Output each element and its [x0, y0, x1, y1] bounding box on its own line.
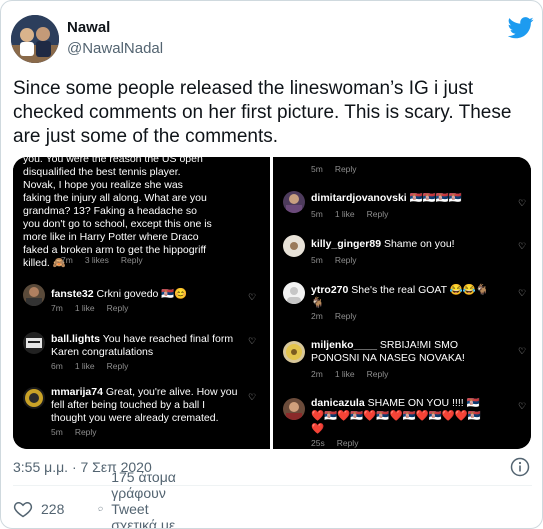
speech-bubble-icon — [98, 506, 103, 512]
comment: fanste32 Crkni govedo 🇷🇸😊 — [51, 288, 221, 301]
tweet-text: Since some people released the lineswoma… — [13, 78, 512, 147]
commenter-avatar — [283, 191, 305, 213]
like-heart-icon[interactable]: ♡ — [518, 242, 527, 251]
author-handle[interactable]: @NawalNadal — [67, 40, 163, 57]
commenter-avatar — [23, 332, 45, 354]
comment: danicazula SHAME ON YOU !!!! 🇷🇸❤️🇷🇸❤️🇷🇸❤… — [311, 397, 491, 436]
commenter-avatar — [283, 398, 305, 420]
comment: ytro270 She's the real GOAT 😂😂🐐🐐 — [311, 284, 501, 310]
commenter-avatar — [283, 282, 305, 304]
comment-username[interactable]: killy_ginger89 — [311, 238, 381, 250]
comment-meta: 7m 1 like Reply — [51, 303, 129, 313]
comment-meta: 6m 1 like Reply — [51, 361, 129, 371]
like-heart-icon[interactable]: ♡ — [518, 199, 527, 208]
comment-username[interactable]: miljenko____ — [311, 339, 377, 351]
like-button[interactable]: 228 — [13, 497, 64, 521]
comment-username[interactable]: fanste32 — [51, 288, 94, 300]
comment-meta: 25s Reply — [311, 438, 359, 448]
tweet-media[interactable]: you. You were the reason the US open dis… — [13, 157, 531, 449]
comment: mmarija74 Great, you're alive. How you f… — [51, 386, 241, 425]
comment-text: 🇷🇸🇷🇸🇷🇸🇷🇸 — [409, 192, 462, 204]
like-heart-icon[interactable]: ♡ — [248, 293, 257, 302]
like-heart-icon[interactable]: ♡ — [248, 337, 257, 346]
avatar[interactable] — [11, 15, 59, 63]
comment-username[interactable]: mmarija74 — [51, 386, 103, 398]
author-name[interactable]: Nawal — [67, 19, 110, 36]
like-count: 228 — [41, 501, 65, 517]
comment-meta: 2m Reply — [311, 311, 357, 321]
commenter-avatar — [283, 341, 305, 363]
comment-meta: 2m 1 like Reply — [311, 369, 389, 379]
people-talking-link[interactable]: 175 άτομα γράφουν Tweet σχετικά με αυτό — [98, 469, 181, 528]
comment-meta: 5m 1 like Reply — [311, 209, 389, 219]
heart-icon — [13, 501, 33, 518]
commenter-avatar — [23, 387, 45, 409]
media-panel-right: 5m Reply dimitardjovanovski 🇷🇸🇷🇸🇷🇸🇷🇸 5m 1 … — [273, 157, 531, 449]
comment-text: you. You were the reason the US open dis… — [23, 157, 212, 269]
like-heart-icon[interactable]: ♡ — [518, 402, 527, 411]
media-panel-left: you. You were the reason the US open dis… — [13, 157, 270, 449]
comment: miljenko____ SRBIJA!MI SMO PONOSNI NA NA… — [311, 339, 501, 365]
tweet-card: Nawal @NawalNadal Since some people rele… — [0, 0, 543, 529]
comment-username[interactable]: dimitardjovanovski — [311, 192, 407, 204]
comment-username[interactable]: ball.lights — [51, 333, 100, 345]
twitter-bird-icon[interactable] — [508, 17, 534, 39]
tweet-header: Nawal @NawalNadal — [11, 15, 534, 67]
like-heart-icon[interactable]: ♡ — [518, 347, 527, 356]
comment: ball.lights You have reached final form … — [51, 333, 241, 359]
comment-meta: 5m Reply — [311, 164, 357, 174]
comment: dimitardjovanovski 🇷🇸🇷🇸🇷🇸🇷🇸 — [311, 192, 501, 205]
comment-text: Shame on you! — [383, 238, 455, 250]
comment-meta: 7m 3 likes Reply — [61, 255, 143, 265]
info-icon[interactable] — [510, 457, 530, 477]
people-talking-text: 175 άτομα γράφουν Tweet σχετικά με αυτό — [111, 469, 176, 529]
comment-text: Crkni govedo 🇷🇸😊 — [96, 288, 188, 300]
comment: killy_ginger89 Shame on you! — [311, 238, 501, 251]
divider — [13, 485, 532, 486]
commenter-avatar — [283, 235, 305, 257]
like-heart-icon[interactable]: ♡ — [518, 289, 527, 298]
comment-meta: 5m Reply — [51, 427, 97, 437]
comment-meta: 5m Reply — [311, 255, 357, 265]
comment-username[interactable]: danicazula — [311, 397, 365, 409]
commenter-avatar — [23, 284, 45, 306]
like-heart-icon[interactable]: ♡ — [248, 393, 257, 402]
comment-username[interactable]: ytro270 — [311, 284, 348, 296]
